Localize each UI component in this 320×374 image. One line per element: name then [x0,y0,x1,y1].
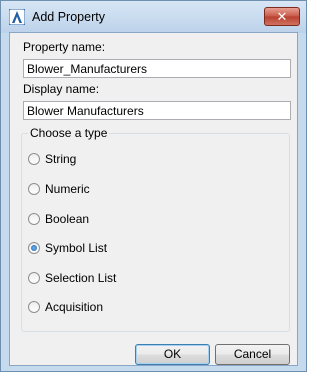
window-title: Add Property [32,10,105,24]
radio-button[interactable] [28,272,40,284]
app-logo-icon [8,8,26,26]
close-icon: ✕ [276,9,288,24]
radio-label: Selection List [45,271,117,285]
radio-label: Acquisition [45,300,104,314]
radio-button-selected[interactable] [28,242,40,254]
display-name-label: Display name: [23,82,100,96]
radio-label: Numeric [45,182,90,196]
cancel-button[interactable]: Cancel [215,344,290,365]
radio-label: String [45,152,77,166]
ok-button[interactable]: OK [135,344,210,365]
add-property-dialog: Add Property ✕ Property name: Display na… [0,0,307,372]
radio-button[interactable] [28,301,40,313]
dialog-body: Property name: Display name: Choose a ty… [9,32,298,366]
close-button[interactable]: ✕ [264,7,300,26]
radio-button[interactable] [28,213,40,225]
display-name-input[interactable] [23,101,291,120]
radio-button[interactable] [28,153,40,165]
radio-button[interactable] [28,183,40,195]
radio-label: Symbol List [45,241,108,255]
property-name-input[interactable] [23,59,291,78]
title-bar[interactable]: Add Property ✕ [1,1,306,33]
type-group-legend: Choose a type [28,126,110,140]
property-name-label: Property name: [23,40,106,54]
radio-label: Boolean [45,212,90,226]
